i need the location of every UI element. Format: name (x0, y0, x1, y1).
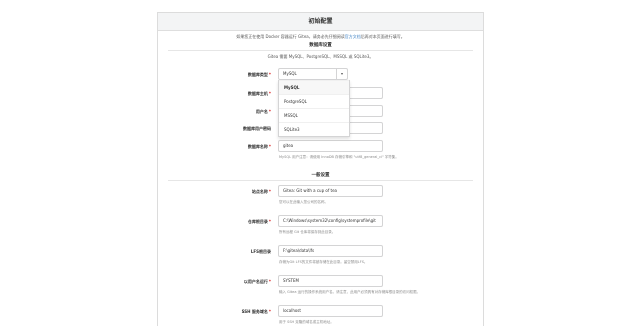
section-divider (168, 50, 473, 51)
ssh-domain-input[interactable]: localhost (278, 305, 383, 317)
run-user-help: 输入 Gitea 运行的操作系统用户名。请注意，此用户必须具有对存储库根目录的访… (279, 290, 421, 294)
db-type-option-sqlite3[interactable]: SQLite3 (279, 122, 349, 136)
db-name-input[interactable]: gitea (278, 140, 383, 152)
ssh-domain-label: SSH 服务域名* (241, 309, 271, 314)
lfs-root-label: LFS根目录 (250, 249, 271, 254)
database-note: Gitea 需要 MySQL、PostgreSQL、MSSQL 或 SQLite… (267, 54, 374, 59)
docs-link[interactable]: 官方文档 (345, 34, 361, 39)
section-divider (168, 180, 473, 181)
db-host-label: 数据库主机* (247, 91, 271, 96)
repo-root-input[interactable]: C:\Windows\system32\config\systemprofile… (278, 215, 383, 227)
repo-root-help: 所有远程 Git 仓库将保存到此目录。 (279, 230, 336, 234)
install-panel: 初始配置 如果您正在使用 Docker 容器运行 Gitea，请务必先仔细阅读官… (157, 12, 484, 326)
app-name-help: 您可以在此输入您公司的名称。 (279, 200, 328, 204)
general-section-title: 一般设置 (311, 173, 330, 178)
db-type-option-mssql[interactable]: MSSQL (279, 108, 349, 122)
intro-text: 如果您正在使用 Docker 容器运行 Gitea，请务必先仔细阅读官方文档后再… (158, 34, 483, 40)
db-name-help: MySQL 用户注意：请使用 InnoDB 存储引擎和 "utf8_genera… (279, 155, 399, 159)
run-user-input[interactable]: SYSTEM (278, 275, 383, 287)
db-type-dropdown: MySQL PostgreSQL MSSQL SQLite3 (278, 80, 350, 137)
repo-root-label: 仓库根目录* (247, 219, 271, 224)
db-type-selected-value: MySQL (283, 71, 297, 76)
db-password-label: 数据库用户密码 (243, 126, 271, 131)
app-name-label: 站点名称* (251, 189, 271, 194)
lfs-root-help: 存储为Git LFS的文件将被存储在此目录。留空禁用LFS。 (279, 260, 368, 264)
panel-title: 初始配置 (158, 13, 483, 31)
db-user-label: 用户名* (255, 109, 271, 114)
db-type-option-mysql[interactable]: MySQL (279, 80, 349, 94)
app-name-input[interactable]: Gitea: Git with a cup of tea (278, 185, 383, 197)
db-type-label: 数据库类型* (247, 72, 271, 77)
db-type-option-postgresql[interactable]: PostgreSQL (279, 94, 349, 108)
database-section-title: 数据库设置 (309, 43, 332, 48)
db-type-select[interactable]: MySQL ▾ (278, 68, 348, 80)
run-user-label: 以用户名运行* (243, 279, 271, 284)
db-name-label: 数据库名称* (247, 144, 271, 149)
intro-text-before: 如果您正在使用 Docker 容器运行 Gitea，请务必先仔细阅读 (236, 34, 345, 39)
lfs-root-input[interactable]: F:\gitea\data\lfs (278, 245, 383, 257)
intro-text-after: 后再对本页面进行填写。 (360, 34, 405, 39)
ssh-domain-help: 用于 SSH 克隆的域名或主机地址。 (279, 320, 334, 324)
chevron-down-icon: ▾ (336, 69, 347, 79)
